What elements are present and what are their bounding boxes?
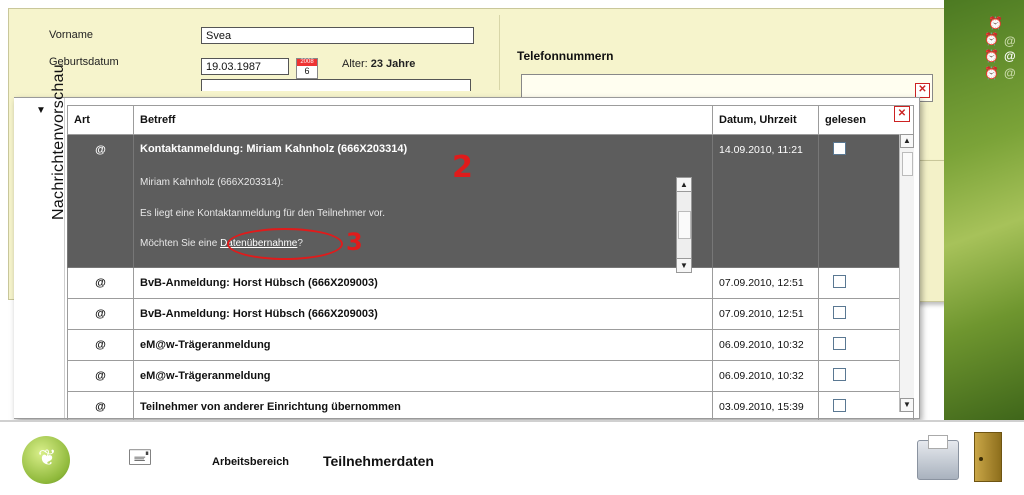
exit-door-icon[interactable] [974,432,1002,482]
datetime-cell: 14.09.2010, 11:21 [712,134,819,268]
leaf-logo-icon[interactable]: ❦ [22,436,70,484]
alter-text: Alter: 23 Jahre [342,58,415,70]
message-preview: Miriam Kahnholz (666X203314): Es liegt e… [140,155,706,273]
datetime-cell: 06.09.2010, 10:32 [712,360,819,392]
alarm-clock-icon[interactable]: ⏰ [984,49,999,63]
annotation-2: 2 [452,150,473,185]
read-checkbox[interactable] [833,306,846,319]
calendar-icon[interactable]: 2008 6 [296,58,318,79]
calendar-day: 6 [304,66,310,76]
telefon-heading: Telefonnummern [517,49,614,63]
alarm-clock-icon[interactable]: ⏰ [984,66,999,80]
subject-cell: BvB-Anmeldung: Horst Hübsch (666X209003) [133,267,713,299]
printer-icon[interactable] [917,435,959,480]
scroll-down-icon[interactable]: ▼ [900,398,914,412]
alarm-clock-icon[interactable]: ⏰ [988,16,1003,30]
annotation-ellipse [227,228,343,260]
alarm-clock-icon[interactable]: ⏰ [984,32,999,46]
art-cell: @ [67,360,134,392]
scroll-thumb[interactable] [902,152,913,176]
message-subject: Kontaktanmeldung: Miriam Kahnholz (666X2… [140,143,408,155]
read-checkbox[interactable] [833,399,846,412]
arbeitsbereich-label[interactable]: Arbeitsbereich [212,456,289,468]
subject-cell: eM@w-Trägeranmeldung [133,360,713,392]
divider [499,15,500,90]
read-checkbox[interactable] [833,142,846,155]
art-cell: @ [67,298,134,330]
scroll-up-icon[interactable]: ▲ [677,178,691,192]
bottom-toolbar: ❦ 🖃 Arbeitsbereich Teilnehmerdaten [0,420,1024,495]
collapse-arrow-icon[interactable]: ▼ [36,105,46,116]
art-cell: @ [67,267,134,299]
annotation-3: 3 [346,228,363,256]
table-row[interactable]: @ BvB-Anmeldung: Horst Hübsch (666X20900… [67,298,914,330]
datetime-cell: 07.09.2010, 12:51 [712,267,819,299]
message-preview-panel: ▼ Nachrichtenvorschau Art Betreff Datum,… [14,64,920,423]
subject-cell: eM@w-Trägeranmeldung [133,329,713,361]
at-icon[interactable]: @ [1004,49,1016,63]
read-checkbox[interactable] [833,368,846,381]
col-header-art[interactable]: Art [67,105,134,135]
close-icon[interactable]: ✕ [894,106,910,122]
table-row[interactable]: @ Teilnehmer von anderer Einrichtung übe… [67,391,914,423]
datetime-cell: 03.09.2010, 15:39 [712,391,819,423]
at-icon[interactable]: @ [1004,34,1016,48]
read-checkbox[interactable] [833,337,846,350]
datetime-cell: 07.09.2010, 12:51 [712,298,819,330]
preview-line: Es liegt eine Kontaktanmeldung für den T… [140,208,385,219]
datetime-cell: 06.09.2010, 10:32 [712,329,819,361]
vorname-label: Vorname [49,29,94,41]
art-cell: @ [67,329,134,361]
art-cell: @ [67,134,134,268]
col-header-betreff[interactable]: Betreff [133,105,713,135]
preview-title: Nachrichtenvorschau [50,64,67,220]
table-row[interactable]: @ BvB-Anmeldung: Horst Hübsch (666X20900… [67,267,914,299]
message-table: Art Betreff Datum, Uhrzeit gelesen @ Kon… [67,105,914,423]
alter-label: Alter: [342,58,368,70]
subject-cell: Teilnehmer von anderer Einrichtung übern… [133,391,713,423]
calendar-year: 2008 [297,59,317,66]
art-cell: @ [67,391,134,423]
vorname-field[interactable]: Svea [201,27,474,44]
scroll-down-icon[interactable]: ▼ [677,258,691,272]
close-icon[interactable]: ✕ [915,83,930,98]
scroll-thumb[interactable] [678,211,691,239]
geburtsdatum-field[interactable]: 19.03.1987 [201,58,289,75]
side-decoration: ⏰ ⏰ @ ⏰ @ ⏰ @ [944,0,1024,420]
message-list-scrollbar[interactable]: ▲ ▼ [899,134,914,412]
read-checkbox[interactable] [833,275,846,288]
preview-line: Miriam Kahnholz (666X203314): [140,177,284,188]
teilnehmerdaten-label: Teilnehmerdaten [323,453,434,469]
alter-value: 23 Jahre [370,58,416,70]
col-header-datum[interactable]: Datum, Uhrzeit [712,105,819,135]
address-field[interactable] [201,79,471,91]
preview-scrollbar[interactable]: ▲ ▼ [676,177,692,273]
at-icon[interactable]: @ [1004,66,1016,80]
scroll-up-icon[interactable]: ▲ [900,134,914,148]
preview-question: Möchten Sie eine [140,238,218,249]
table-row[interactable]: @ eM@w-Trägeranmeldung 06.09.2010, 10:32 [67,329,914,361]
preview-side-tab[interactable]: ▼ Nachrichtenvorschau [14,64,67,418]
table-row[interactable]: @ eM@w-Trägeranmeldung 06.09.2010, 10:32 [67,360,914,392]
subject-cell: Kontaktanmeldung: Miriam Kahnholz (666X2… [133,134,713,273]
workspace-icon[interactable]: 🖃 [124,440,156,474]
table-row-selected[interactable]: @ Kontaktanmeldung: Miriam Kahnholz (666… [67,134,914,273]
table-header-row: Art Betreff Datum, Uhrzeit gelesen [67,105,914,135]
subject-cell: BvB-Anmeldung: Horst Hübsch (666X209003) [133,298,713,330]
